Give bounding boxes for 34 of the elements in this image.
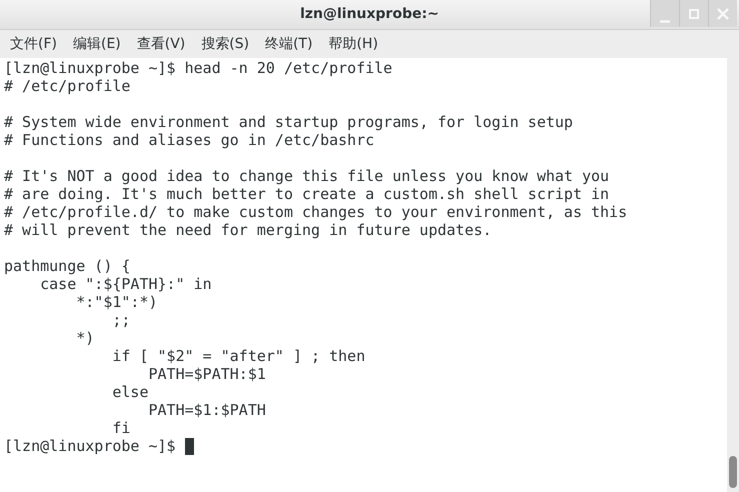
menu-item[interactable]: 终端(T) (259, 34, 319, 54)
menu-item[interactable]: 文件(F) (4, 34, 63, 54)
terminal-line: [lzn@linuxprobe ~]$ head -n 20 /etc/profile (4, 59, 392, 77)
scrollbar-thumb[interactable] (729, 456, 737, 488)
terminal-line: # /etc/profile.d/ to make custom changes to your environment, as this (4, 203, 628, 221)
close-icon (717, 8, 729, 20)
terminal-line: # /etc/profile (4, 77, 130, 95)
maximize-button[interactable] (679, 0, 708, 27)
terminal-line: PATH=$1:$PATH (147, 401, 266, 419)
window-title: lzn@linuxprobe:~ (300, 5, 439, 24)
terminal-line: ;; (111, 311, 130, 329)
menu-item[interactable]: 帮助(H) (322, 34, 384, 54)
menu-item[interactable]: 搜索(S) (195, 34, 256, 54)
menu-item[interactable]: 编辑(E) (66, 34, 127, 54)
terminal-line: # are doing. It's much better to create a custom.sh shell script in (4, 185, 610, 203)
terminal-line: # It's NOT a good idea to change this file unless you know what you (4, 167, 610, 185)
terminal-line: [lzn@linuxprobe ~]$ (4, 437, 176, 455)
terminal-line: *) (75, 329, 94, 347)
terminal-line: else (111, 383, 148, 401)
minimize-button[interactable] (650, 0, 679, 27)
terminal-line: pathmunge () { (4, 257, 130, 275)
maximize-icon (688, 8, 700, 20)
terminal-line: *:"$1":*) (75, 293, 158, 311)
terminal-line: PATH=$PATH:$1 (147, 365, 266, 383)
close-button[interactable] (708, 0, 737, 27)
terminal-line: fi (111, 419, 130, 437)
terminal-line: # Functions and aliases go in /etc/bashrc (4, 131, 374, 149)
scrollbar[interactable] (727, 58, 739, 492)
minimize-icon (659, 20, 671, 23)
terminal-line: # System wide environment and startup programs, for login setup (4, 113, 573, 131)
terminal-line: # will prevent the need for merging in future updates. (4, 221, 492, 239)
menu-item[interactable]: 查看(V) (130, 34, 192, 54)
terminal-line: if [ "$2" = "after" ] ; then (111, 347, 366, 365)
terminal-line: case ":${PATH}:" in (39, 275, 212, 293)
